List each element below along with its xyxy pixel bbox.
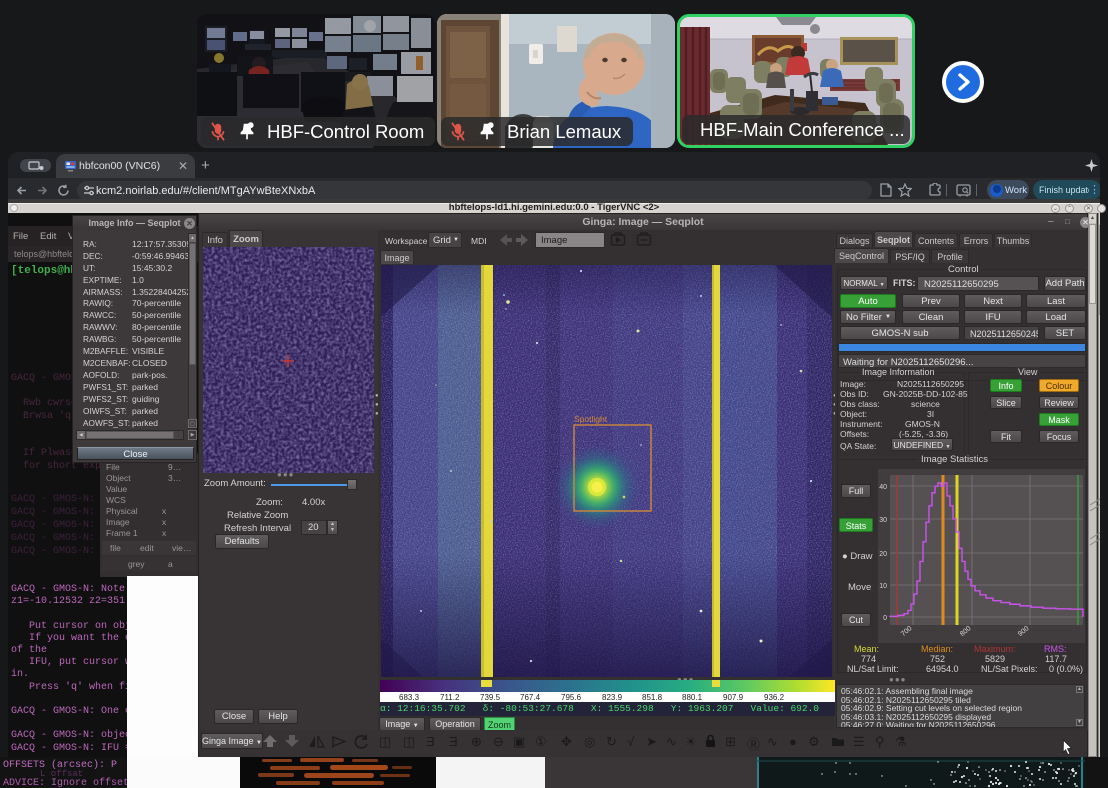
svg-text:Spotlight: Spotlight: [574, 414, 608, 424]
svg-text:700: 700: [900, 625, 914, 638]
svg-text:0: 0: [883, 615, 887, 622]
svg-text:800: 800: [959, 625, 973, 638]
svg-text:30: 30: [879, 517, 887, 524]
svg-text:10: 10: [879, 583, 887, 590]
svg-text:20: 20: [879, 551, 887, 558]
svg-text:40: 40: [879, 484, 887, 491]
svg-text:900: 900: [1017, 625, 1031, 638]
